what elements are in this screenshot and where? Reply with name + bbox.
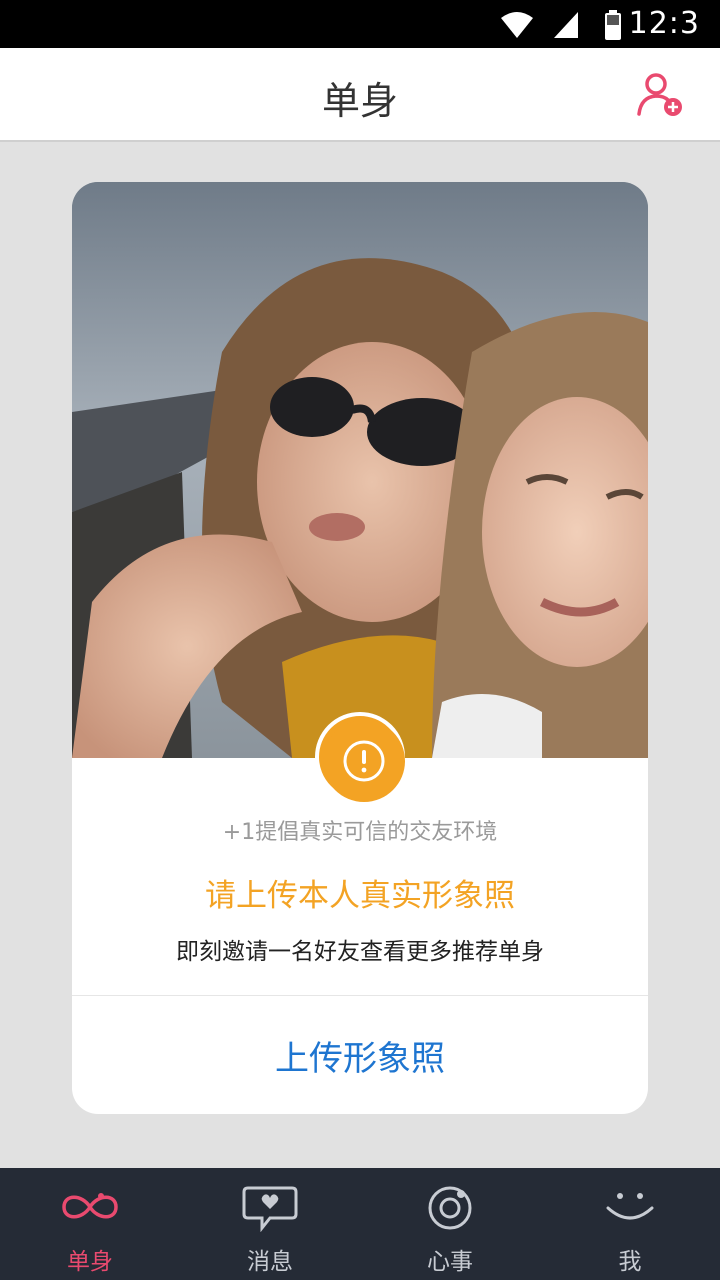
tab-label: 我 — [618, 1249, 642, 1275]
wifi-icon — [501, 12, 533, 38]
tab-me[interactable]: 我 — [540, 1168, 720, 1280]
tab-label: 消息 — [247, 1249, 293, 1275]
page-title: 单身 — [321, 79, 398, 123]
tab-label: 心事 — [427, 1249, 473, 1275]
chat-heart-icon — [242, 1186, 298, 1232]
profile-photo — [72, 182, 648, 758]
bottom-tab-bar: 单身 消息 心事 我 — [0, 1168, 720, 1280]
tab-mood[interactable]: 心事 — [360, 1168, 540, 1280]
status-bar: 12:3 — [0, 0, 720, 48]
tab-messages[interactable]: 消息 — [180, 1168, 360, 1280]
infinity-icon — [62, 1193, 118, 1219]
exclamation-icon — [323, 720, 405, 802]
card-subtitle: +1提倡真实可信的交友环境 — [222, 820, 498, 845]
add-user-icon[interactable] — [636, 70, 686, 120]
signal-icon — [554, 12, 578, 38]
profile-card: +1提倡真实可信的交友环境 请上传本人真实形象照 即刻邀请一名好友查看更多推荐单… — [72, 182, 648, 1114]
camera-lens-icon — [428, 1186, 472, 1230]
clock: 12:3 — [628, 6, 700, 41]
card-description: 即刻邀请一名好友查看更多推荐单身 — [176, 939, 544, 965]
app-header: 单身 — [0, 48, 720, 142]
upload-photo-button[interactable]: 上传形象照 — [72, 996, 648, 1114]
card-headline: 请上传本人真实形象照 — [205, 878, 515, 914]
smiley-face-icon — [606, 1193, 654, 1220]
battery-icon — [605, 10, 621, 40]
tab-label: 单身 — [67, 1249, 113, 1275]
warning-badge — [315, 712, 405, 802]
tab-single[interactable]: 单身 — [0, 1168, 180, 1280]
